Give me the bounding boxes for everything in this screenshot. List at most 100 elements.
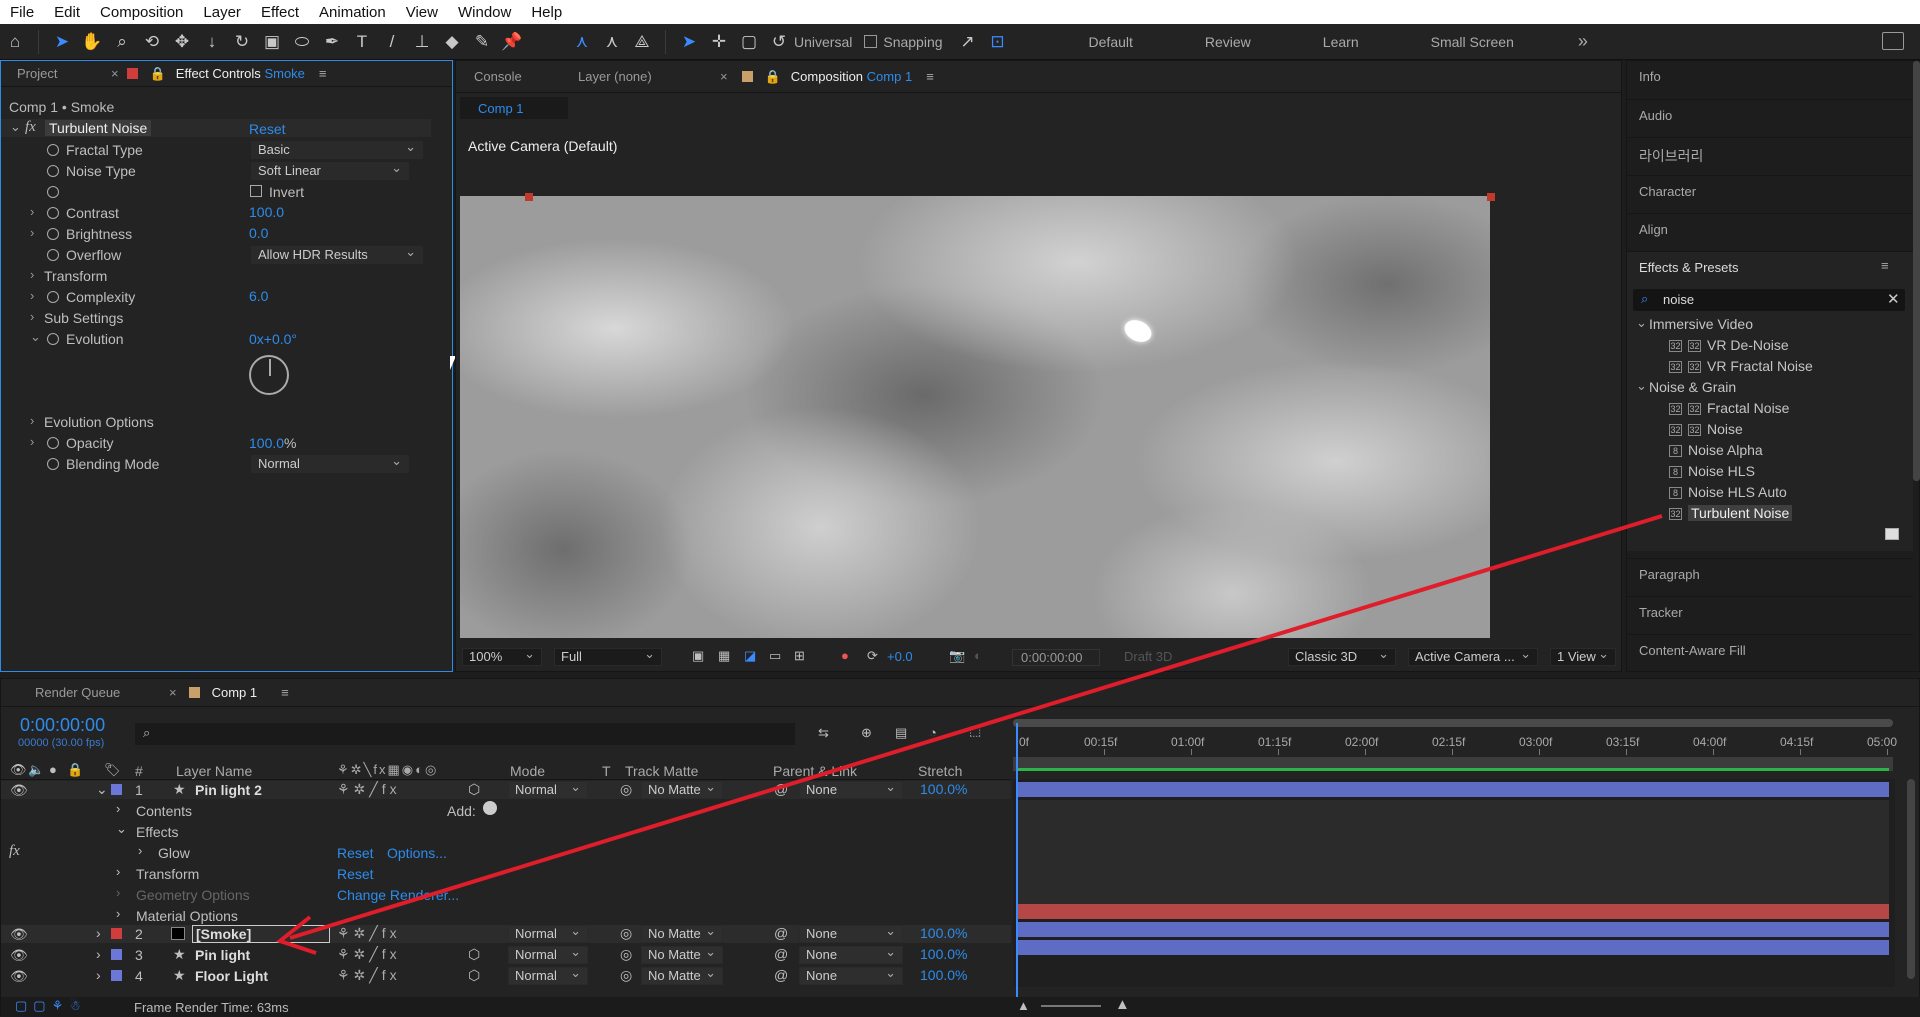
chevron-right-icon[interactable]: › [30, 204, 34, 219]
effect-item[interactable]: 8 Noise HLS [1669, 463, 1755, 479]
pickwhip-icon[interactable]: @ [774, 967, 788, 983]
parent-dropdown[interactable]: None [799, 923, 903, 943]
panel-library[interactable]: 라이브러리 [1627, 137, 1913, 167]
rotate-tool-icon[interactable]: ↻ [229, 29, 255, 55]
track-matte-dropdown[interactable]: No Matte [641, 779, 723, 799]
pan-behind-tool-icon[interactable]: ▣ [259, 29, 285, 55]
scrollbar[interactable] [1913, 61, 1920, 481]
add-button-icon[interactable] [483, 801, 497, 815]
effect-item[interactable]: 32 32 VR De-Noise [1669, 337, 1789, 353]
3d-layer-icon[interactable]: ⬡ [468, 967, 480, 984]
menu-window[interactable]: Window [448, 4, 521, 21]
prop-sub-settings[interactable]: Sub Settings [44, 310, 123, 326]
effect-name[interactable]: Turbulent Noise [45, 120, 152, 136]
3d-layer-icon[interactable]: ⬡ [468, 781, 480, 798]
menu-animation[interactable]: Animation [309, 4, 396, 21]
stopwatch-icon[interactable] [47, 330, 59, 345]
selection-tool-icon[interactable]: ➤ [49, 29, 75, 55]
timeline-timecode[interactable]: 0:00:00:00 [20, 715, 105, 736]
zoom-dropdown[interactable]: 100% [462, 646, 542, 666]
panel-toggle-icon[interactable] [1882, 32, 1904, 50]
effect-item[interactable]: 32 32 VR Fractal Noise [1669, 358, 1813, 374]
layer-duration-bar[interactable] [1017, 782, 1889, 797]
track-matte-dropdown[interactable]: No Matte [641, 965, 723, 985]
chevron-right-icon[interactable]: › [30, 225, 34, 240]
pen-tool-icon[interactable]: ✒ [319, 29, 345, 55]
transparency-grid-icon[interactable]: ▦ [718, 648, 730, 664]
stretch-value[interactable]: 100.0% [920, 946, 967, 962]
panel-menu-icon[interactable]: ≡ [1881, 258, 1889, 273]
timeline-search-box[interactable]: ⌕ [135, 723, 795, 745]
layer-duration-bar[interactable] [1017, 940, 1889, 955]
layer-duration-bar[interactable] [1017, 922, 1889, 937]
layer-name[interactable]: Pin light [195, 947, 250, 963]
tab-composition[interactable]: Composition Comp 1 [791, 69, 912, 84]
lock-icon[interactable]: 🔒 [67, 762, 83, 778]
tab-render-queue[interactable]: Render Queue [1, 685, 169, 700]
pickwhip-icon[interactable]: @ [774, 925, 788, 941]
menu-view[interactable]: View [396, 4, 448, 21]
panel-info[interactable]: Info [1627, 61, 1913, 91]
evolution-dial[interactable] [249, 355, 289, 395]
complexity-value[interactable]: 6.0 [249, 288, 268, 304]
menu-help[interactable]: Help [521, 4, 572, 21]
fx-icon[interactable]: fx [25, 119, 36, 136]
search-input[interactable]: noise [1663, 292, 1694, 307]
stopwatch-icon[interactable] [47, 162, 59, 177]
effect-item[interactable]: 8 Noise HLS Auto [1669, 484, 1787, 500]
eye-icon[interactable]: 👁 [10, 782, 28, 799]
effects-group[interactable]: Effects [136, 824, 179, 840]
stretch-value[interactable]: 100.0% [920, 781, 967, 797]
layer-color[interactable] [111, 949, 122, 960]
workspace-small-screen[interactable]: Small Screen [1395, 34, 1550, 50]
mask-toggle-icon[interactable]: ◪ [744, 648, 756, 664]
brightness-value[interactable]: 0.0 [249, 225, 268, 241]
chevron-right-icon[interactable]: › [30, 267, 34, 282]
layer-name[interactable]: Floor Light [195, 968, 268, 984]
glow-options-link[interactable]: Options... [387, 845, 447, 861]
effect-expand-icon[interactable]: ⌄ [10, 119, 21, 135]
fractal-type-dropdown[interactable]: Basic [251, 139, 423, 159]
layer-name[interactable]: Pin light 2 [195, 782, 262, 798]
renderer-dropdown[interactable]: Classic 3D [1288, 646, 1396, 666]
solo-icon[interactable]: ● [49, 762, 57, 777]
col-parent[interactable]: Parent & Link [773, 763, 857, 779]
3d-layer-icon[interactable]: ⬡ [468, 946, 480, 963]
chevron-right-icon[interactable]: › [96, 925, 101, 941]
prop-evolution-options[interactable]: Evolution Options [44, 414, 154, 430]
scale-3d-icon[interactable]: ▢ [736, 29, 762, 55]
stopwatch-icon[interactable] [47, 204, 59, 219]
stopwatch-icon[interactable] [47, 455, 59, 470]
new-preset-icon[interactable] [1885, 528, 1899, 540]
status-icons[interactable]: ▢▢⚘☃ [15, 998, 87, 1014]
comp-subtab[interactable]: Comp 1 [460, 97, 568, 119]
invert-checkbox[interactable] [250, 185, 262, 197]
panel-content-aware-fill[interactable]: Content-Aware Fill [1627, 634, 1913, 664]
panel-align[interactable]: Align [1627, 213, 1913, 243]
workspace-learn[interactable]: Learn [1287, 34, 1395, 50]
clear-search-icon[interactable]: ✕ [1887, 290, 1900, 308]
grid-icon[interactable]: ⊞ [794, 648, 805, 664]
snap-mode-icon[interactable]: ↗ [955, 29, 981, 55]
hand-tool-icon[interactable]: ✋ [79, 29, 105, 55]
camera-dropdown[interactable]: Active Camera ... [1408, 646, 1538, 666]
snapping-checkbox[interactable] [864, 35, 878, 48]
chevron-right-icon[interactable]: › [30, 288, 34, 303]
tab-effect-controls[interactable]: Effect Controls Smoke [176, 66, 305, 81]
geometry-options-group[interactable]: Geometry Options [136, 887, 250, 903]
contents-group[interactable]: Contents [136, 803, 192, 819]
chevron-right-icon[interactable]: › [30, 413, 34, 428]
chevron-right-icon[interactable]: › [116, 906, 120, 921]
overflow-dropdown[interactable]: Allow HDR Results [251, 244, 423, 264]
viewer-timecode[interactable]: 0:00:00:00 [1012, 649, 1100, 666]
group-noise-grain[interactable]: Noise & Grain [1649, 379, 1736, 395]
menu-composition[interactable]: Composition [90, 4, 193, 21]
stopwatch-icon[interactable] [47, 225, 59, 240]
roto-brush-icon[interactable]: ✎ [469, 29, 495, 55]
panel-paragraph[interactable]: Paragraph [1627, 558, 1913, 588]
panel-menu-icon[interactable]: ≡ [281, 685, 289, 700]
color-channel-icon[interactable]: ● [841, 648, 849, 663]
rotate-3d-icon[interactable]: ↺ [766, 29, 792, 55]
chevron-right-icon[interactable]: › [96, 967, 101, 983]
layer-name[interactable]: [Smoke] [192, 925, 330, 943]
